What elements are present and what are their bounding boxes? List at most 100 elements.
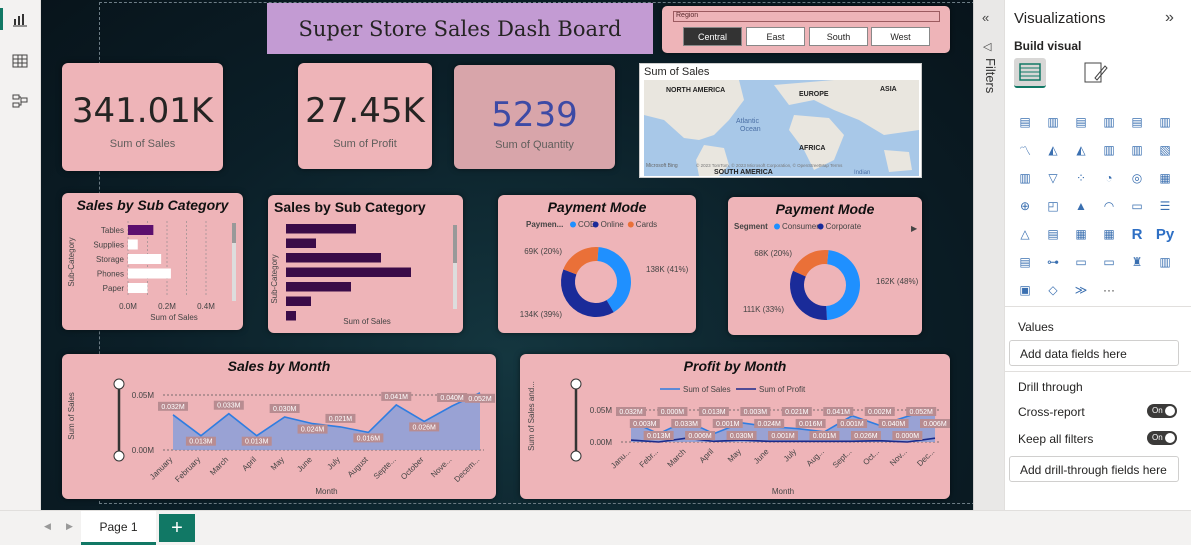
100-column-icon[interactable]: ▥ <box>1155 112 1175 132</box>
data-label: 0.033M <box>217 403 241 410</box>
x-tick-label: 0.0M <box>119 302 137 311</box>
python-icon[interactable]: Py <box>1155 224 1175 244</box>
slicer-option-central[interactable]: Central <box>683 27 742 46</box>
line-chart-icon[interactable]: 〽 <box>1015 140 1035 160</box>
y-tick-label: 0.05M <box>590 406 613 415</box>
slicer-option-east[interactable]: East <box>746 27 805 46</box>
data-label: 0.001M <box>813 433 837 440</box>
legend-label: Sum of Sales <box>683 385 731 394</box>
kpi-icon[interactable]: △ <box>1015 224 1035 244</box>
scatter-icon[interactable]: ⁘ <box>1071 168 1091 188</box>
table-view-icon[interactable] <box>8 50 32 72</box>
kpi-value: 5239 <box>491 95 578 135</box>
more-visuals-icon[interactable]: ··· <box>1099 280 1119 300</box>
model-view-icon[interactable] <box>8 90 32 112</box>
filters-label: Filters <box>983 58 998 94</box>
bar <box>286 311 296 321</box>
x-axis-title: Sum of Sales <box>150 313 198 322</box>
region-slicer[interactable]: Region Central East South West <box>662 6 950 53</box>
chart-card-subcat-2[interactable]: Sales by Sub Category Sum of Sales Sub-Ca… <box>268 195 463 333</box>
clustered-bar-icon[interactable]: ▤ <box>1071 112 1091 132</box>
slicer-option-west[interactable]: West <box>871 27 930 46</box>
next-page-icon[interactable]: ▶ <box>66 521 73 532</box>
stacked-bar-icon[interactable]: ▤ <box>1015 112 1035 132</box>
scrollbar-thumb <box>232 223 236 243</box>
data-label: 0.026M <box>413 424 437 431</box>
category-label: Tables <box>101 226 124 235</box>
cross-report-toggle[interactable]: On <box>1147 404 1177 418</box>
donut-chart-icon[interactable]: ◎ <box>1127 168 1147 188</box>
gauge-icon[interactable]: ◠ <box>1099 196 1119 216</box>
chart-card-sales-by-month[interactable]: Sales by Month 0.05M 0.00M January February… <box>62 354 496 499</box>
100-bar-icon[interactable]: ▤ <box>1127 112 1147 132</box>
card-icon[interactable]: ▭ <box>1127 196 1147 216</box>
add-page-button[interactable]: + <box>159 514 195 542</box>
data-label: 0.040M <box>882 421 906 428</box>
legend-label: Cards <box>636 220 657 229</box>
kpi-card-profit[interactable]: 27.45K Sum of Profit <box>298 63 432 169</box>
kpi-card-sales[interactable]: 341.01K Sum of Sales <box>62 63 223 171</box>
multi-row-card-icon[interactable]: ☰ <box>1155 196 1175 216</box>
format-visual-tab[interactable] <box>1081 60 1109 86</box>
y-tick-label: 0.05M <box>132 391 155 400</box>
bar <box>128 283 148 293</box>
pie-chart-icon[interactable]: ◔ <box>1099 168 1119 188</box>
sales-map[interactable]: Sum of Sales NORTH AMERICA EUROPE ASIA A… <box>639 63 922 178</box>
x-tick-label: Dec... <box>915 447 936 468</box>
clustered-column-icon[interactable]: ▥ <box>1099 112 1119 132</box>
x-tick-label: Janu... <box>609 447 632 470</box>
stacked-column-icon[interactable]: ▥ <box>1043 112 1063 132</box>
treemap-icon[interactable]: ▦ <box>1155 168 1175 188</box>
matrix-icon[interactable]: ▦ <box>1099 224 1119 244</box>
map-label-atlantic: Atlantic <box>736 118 759 125</box>
report-view-icon[interactable] <box>0 8 36 30</box>
y-axis-title: Sum of Sales <box>67 392 76 440</box>
power-apps-icon[interactable]: ▣ <box>1015 280 1035 300</box>
goals-icon[interactable]: ♜ <box>1127 252 1147 272</box>
keep-all-filters-toggle[interactable]: On <box>1147 431 1177 445</box>
filled-map-icon[interactable]: ◰ <box>1043 196 1063 216</box>
kpi-card-quantity[interactable]: 5239 Sum of Quantity <box>454 65 615 169</box>
line-clustered-icon[interactable]: ▥ <box>1127 140 1147 160</box>
page-tab-page-1[interactable]: Page 1 <box>81 511 156 545</box>
range-slider-handle <box>570 378 582 390</box>
filters-pane[interactable]: « ◁ Filters <box>973 0 1004 510</box>
narrative-icon[interactable]: ▭ <box>1099 252 1119 272</box>
waterfall-icon[interactable]: ▥ <box>1015 168 1035 188</box>
azure-map-icon[interactable]: ▲ <box>1071 196 1091 216</box>
kpi-value: 27.45K <box>305 91 425 131</box>
prev-page-icon[interactable]: ◀ <box>44 521 51 532</box>
table-icon[interactable]: ▦ <box>1071 224 1091 244</box>
donut-slice <box>793 250 829 277</box>
add-data-fields-well[interactable]: Add data fields here <box>1009 340 1179 366</box>
filter-icon: ◁ <box>983 41 992 53</box>
paginated-report-icon[interactable]: ▥ <box>1155 252 1175 272</box>
funnel-icon[interactable]: ▽ <box>1043 168 1063 188</box>
chart-card-segment[interactable]: Payment Mode Segment Consumer Corporate 68K… <box>728 197 922 335</box>
ribbon-chart-icon[interactable]: ▧ <box>1155 140 1175 160</box>
qa-icon[interactable]: ▭ <box>1071 252 1091 272</box>
stacked-area-icon[interactable]: ◭ <box>1071 140 1091 160</box>
slicer-option-south[interactable]: South <box>809 27 868 46</box>
data-label: 0.006M <box>688 433 712 440</box>
smart-narrative-icon[interactable]: ≫ <box>1071 280 1091 300</box>
key-influencers-icon[interactable]: ▤ <box>1015 252 1035 272</box>
decomposition-tree-icon[interactable]: ⊶ <box>1043 252 1063 272</box>
slicer-icon[interactable]: ▤ <box>1043 224 1063 244</box>
chart-card-profit-by-month[interactable]: Profit by Month 0.05M 0.00M Janu... Febr...… <box>520 354 950 499</box>
area-chart-icon[interactable]: ◭ <box>1043 140 1063 160</box>
line-column-icon[interactable]: ▥ <box>1099 140 1119 160</box>
power-automate-icon[interactable]: ◇ <box>1043 280 1063 300</box>
r-script-icon[interactable]: R <box>1127 224 1147 244</box>
x-tick-label: March <box>666 447 688 469</box>
collapse-filters-icon[interactable]: « <box>982 10 989 25</box>
sales-month-area-chart: 0.05M 0.00MJanuaryFebruary March April May Ju… <box>67 378 495 496</box>
map-icon[interactable]: ⊕ <box>1015 196 1035 216</box>
bar <box>286 238 316 248</box>
legend-label: Online <box>601 220 625 229</box>
add-drill-through-well[interactable]: Add drill-through fields here <box>1009 456 1179 482</box>
build-visual-tab[interactable] <box>1014 58 1046 88</box>
chart-card-payment-mode[interactable]: Payment Mode Paymen... COD Online Cards 69K … <box>498 195 696 333</box>
chart-card-subcat-1[interactable]: Sales by Sub Category Tables Supplies Stor… <box>62 193 243 330</box>
expand-pane-icon[interactable]: » <box>1165 9 1174 27</box>
